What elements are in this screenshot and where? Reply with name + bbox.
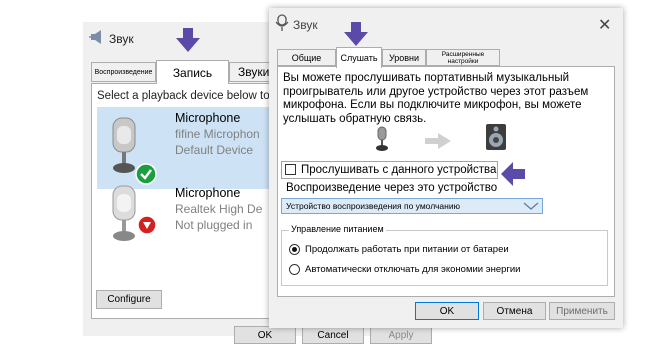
annotation-arrow-down-icon <box>344 22 368 46</box>
speaker-icon <box>486 124 506 150</box>
playback-through-label: Воспроизведение через это устройство <box>286 182 498 194</box>
tab-playback[interactable]: Воспроизведение <box>91 62 156 82</box>
listen-description: Вы можете прослушивать портативный музык… <box>283 72 589 125</box>
tab-listen[interactable]: Слушать <box>336 47 382 68</box>
radio-auto-disable-label[interactable]: Автоматически отключать для экономии эне… <box>305 264 520 275</box>
arrow-right-icon <box>425 133 451 149</box>
chevron-down-icon <box>523 202 539 210</box>
playback-device-select[interactable]: Устройство воспроизведения по умолчанию <box>281 198 543 214</box>
configure-button[interactable]: Configure <box>96 290 162 309</box>
listen-checkbox-label[interactable]: Прослушивать с данного устройства <box>301 164 496 176</box>
tab-recording[interactable]: Запись <box>156 60 229 84</box>
radio-keep-running[interactable] <box>289 244 300 255</box>
device-status: Not plugged in <box>175 218 253 232</box>
playback-device-value: Устройство воспроизведения по умолчанию <box>286 201 460 211</box>
apply-button[interactable]: Применить <box>549 302 615 320</box>
radio-keep-running-label[interactable]: Продолжать работать при питании от батар… <box>305 244 509 255</box>
cancel-button[interactable]: Cancel <box>302 326 364 344</box>
ok-button[interactable]: OK <box>415 302 479 320</box>
microphone-icon <box>376 126 388 151</box>
device-description: fifine Microphon <box>175 127 260 141</box>
window-title: Звук <box>109 32 134 46</box>
speaker-icon <box>89 30 101 44</box>
sound-properties-dialog: Звук ✕ Общие Слушать Уровни Расширенные … <box>269 8 623 328</box>
tab-general[interactable]: Общие <box>277 49 336 66</box>
close-button[interactable]: ✕ <box>598 15 611 35</box>
cancel-button[interactable]: Отмена <box>483 302 546 320</box>
listen-checkbox-row[interactable]: Прослушивать с данного устройства <box>281 161 498 179</box>
microphone-title-icon <box>275 14 289 31</box>
device-description: Realtek High De <box>175 202 263 216</box>
ok-button[interactable]: OK <box>234 326 296 344</box>
tab-levels[interactable]: Уровни <box>382 49 426 66</box>
dialog-title: Звук <box>293 18 318 32</box>
power-management-group <box>281 230 608 286</box>
listen-checkbox[interactable] <box>285 164 296 175</box>
apply-button[interactable]: Apply <box>370 326 432 344</box>
radio-auto-disable[interactable] <box>289 264 300 275</box>
device-name: Microphone <box>175 111 241 125</box>
device-name: Microphone <box>175 186 241 200</box>
unplugged-icon <box>137 215 157 235</box>
device-list-prompt: Select a playback device below to <box>97 90 270 102</box>
tab-advanced[interactable]: Расширенные настройки <box>426 49 500 66</box>
device-status: Default Device <box>175 143 254 157</box>
annotation-arrow-left-icon <box>501 162 525 186</box>
power-management-legend: Управление питанием <box>289 224 386 234</box>
annotation-arrow-down-icon <box>176 28 200 52</box>
